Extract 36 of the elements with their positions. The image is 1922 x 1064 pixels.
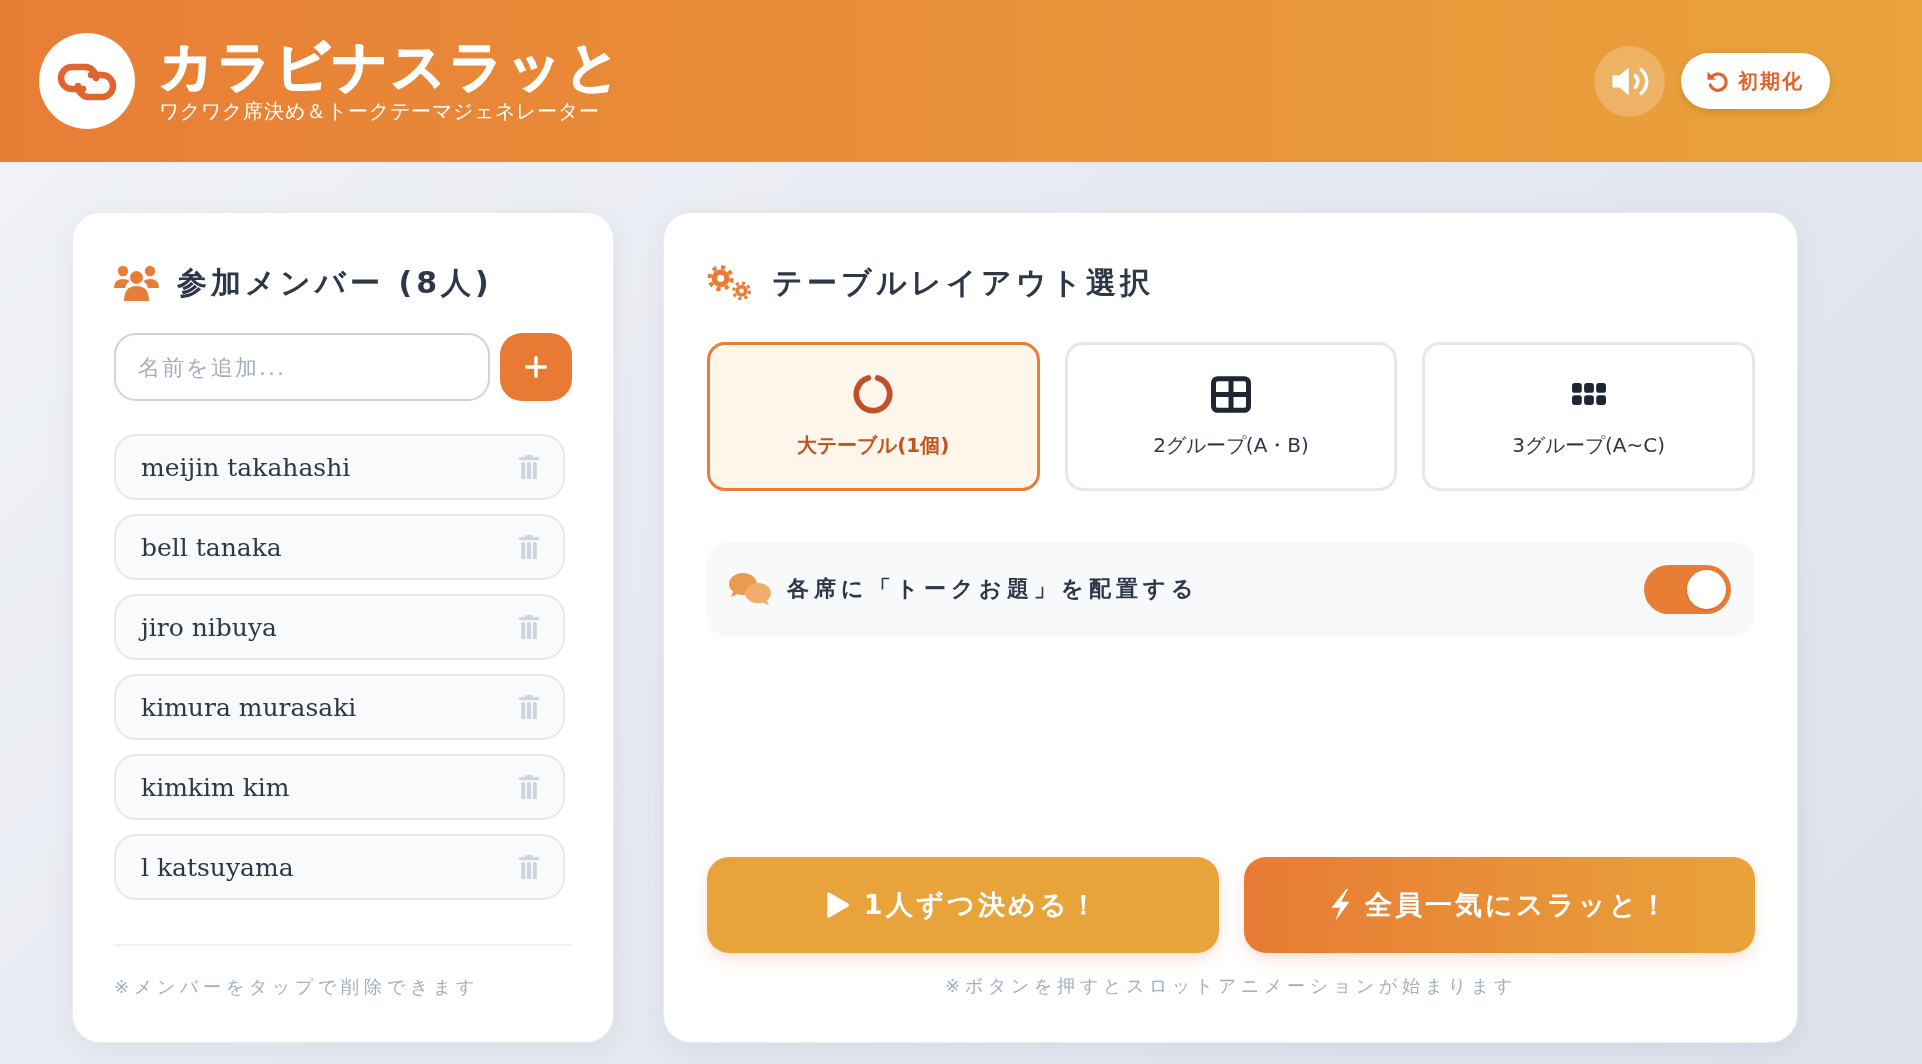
trash-icon — [519, 775, 539, 799]
trash-icon — [519, 535, 539, 559]
layout-option[interactable]: 2グループ(A・B) — [1064, 342, 1398, 491]
chain-link-icon — [39, 33, 135, 129]
undo-icon — [1707, 70, 1728, 92]
layout-option[interactable]: 3グループ(A~C) — [1422, 342, 1755, 491]
reset-button[interactable]: 初期化 — [1681, 53, 1830, 109]
toggle-label: 各席に「トークお題」を配置する — [787, 575, 1199, 603]
member-item[interactable]: bell tanaka — [114, 514, 565, 580]
grid-icon — [1211, 375, 1251, 413]
member-item[interactable]: kimura murasaki — [114, 674, 565, 740]
member-item[interactable]: kimkim kim — [114, 754, 565, 820]
toggle-switch[interactable] — [1644, 564, 1731, 614]
ring-icon — [853, 374, 894, 414]
member-item[interactable]: jiro nibuya — [114, 594, 565, 660]
section-heading: 参加メンバー (8人) — [177, 264, 493, 302]
app-subtitle: ワクワク席決め＆トークテーマジェネレーター — [159, 99, 600, 124]
member-item[interactable]: meijin takahashi — [114, 434, 565, 500]
dots-icon — [1571, 383, 1606, 405]
trash-icon — [519, 855, 539, 879]
gears-icon — [707, 265, 752, 301]
trash-icon — [519, 455, 539, 479]
trash-icon — [519, 615, 539, 639]
trash-icon — [519, 695, 539, 719]
member-item[interactable]: l katsuyama — [114, 834, 565, 900]
hint-text: ※ボタンを押すとスロットアニメーションが始まります — [943, 974, 1519, 998]
app-title: カラビナスラッと — [159, 38, 623, 96]
name-input[interactable]: 名前を追加... — [114, 333, 490, 401]
hint-text: ※メンバーをタップで削除できます — [114, 975, 481, 999]
layout-option[interactable]: 大テーブル(1個) — [707, 342, 1040, 491]
section-heading: テーブルレイアウト選択 — [772, 264, 1154, 302]
speech-bubbles-icon — [729, 572, 771, 606]
play-icon — [825, 891, 850, 919]
add-button[interactable] — [500, 333, 572, 401]
users-icon — [114, 265, 159, 301]
plus-icon — [525, 356, 547, 378]
